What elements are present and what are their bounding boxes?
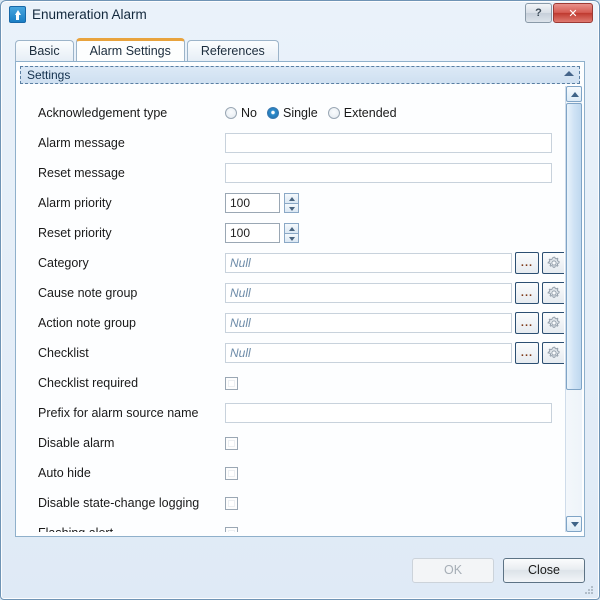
row-checklist-required: Checklist required [20,368,564,398]
row-cause-note-group: Cause note group ... [20,278,564,308]
radio-extended-label: Extended [343,106,397,120]
checklist-browse-button[interactable]: ... [515,342,539,364]
settings-scroll-area: Acknowledgement type No Single Extended … [20,86,564,532]
row-action-note-group: Action note group ... [20,308,564,338]
reset-priority-input[interactable] [225,223,280,243]
reset-priority-decrement-icon[interactable] [284,232,299,243]
radio-extended-icon [327,107,340,119]
ellipsis-icon: ... [520,287,534,299]
close-button[interactable]: Close [503,558,585,583]
label-disable-state-change-logging: Disable state-change logging [38,496,200,510]
label-cause-note-group: Cause note group [38,286,138,300]
radio-single[interactable]: Single [266,106,318,120]
disable-state-change-logging-checkbox[interactable] [225,496,238,510]
gear-icon [547,256,560,268]
help-button[interactable]: ? [525,3,552,23]
reset-priority-increment-icon[interactable] [284,223,299,233]
action-note-group-config-button[interactable] [542,312,564,334]
resize-grip[interactable] [584,585,594,595]
app-icon [9,6,26,23]
alarm-priority-decrement-icon[interactable] [284,202,299,213]
vertical-scrollbar[interactable] [565,86,582,532]
tab-strip: Basic Alarm Settings References [15,38,281,61]
disable-alarm-checkbox[interactable] [225,436,238,450]
cause-note-group-config-button[interactable] [542,282,564,304]
label-checklist: Checklist [38,346,89,360]
flashing-alert-checkbox[interactable] [225,526,238,532]
tab-references[interactable]: References [186,40,279,61]
row-auto-hide: Auto hide [20,458,564,488]
radio-extended[interactable]: Extended [327,106,397,120]
category-browse-button[interactable]: ... [515,252,539,274]
scrollbar-thumb[interactable] [566,103,582,390]
label-reset-priority: Reset priority [38,226,112,240]
category-input[interactable] [225,253,512,273]
cause-note-group-input[interactable] [225,283,512,303]
row-acknowledgement-type: Acknowledgement type No Single Extended [20,98,564,128]
row-checklist: Checklist ... [20,338,564,368]
radio-single-label: Single [282,106,318,120]
label-category: Category [38,256,89,270]
label-reset-message: Reset message [38,166,125,180]
scroll-down-icon[interactable] [566,516,582,532]
dialog-footer: OK Close [412,558,585,583]
checklist-required-checkbox[interactable] [225,376,238,390]
action-note-group-input[interactable] [225,313,512,333]
ellipsis-icon: ... [520,347,534,359]
dialog-window: Enumeration Alarm ? ✕ Basic Alarm Settin… [0,0,600,600]
label-auto-hide: Auto hide [38,466,91,480]
row-disable-state-change-logging: Disable state-change logging [20,488,564,518]
row-alarm-message: Alarm message [20,128,564,158]
row-alarm-priority: Alarm priority [20,188,564,218]
gear-icon [547,316,560,328]
label-alarm-priority: Alarm priority [38,196,112,210]
radio-no[interactable]: No [225,106,257,120]
checklist-config-button[interactable] [542,342,564,364]
label-alarm-message: Alarm message [38,136,125,150]
tab-alarm-settings[interactable]: Alarm Settings [75,38,185,61]
action-note-group-browse-button[interactable]: ... [515,312,539,334]
row-reset-message: Reset message [20,158,564,188]
row-flashing-alert: Flashing alert [20,518,564,532]
alarm-priority-stepper[interactable] [284,193,299,213]
label-acknowledgement-type: Acknowledgement type [38,106,168,120]
category-config-button[interactable] [542,252,564,274]
reset-priority-stepper[interactable] [284,223,299,243]
settings-panel: Settings Acknowledgement type No Single [15,61,585,537]
label-flashing-alert: Flashing alert [38,518,113,532]
gear-icon [547,286,560,298]
alarm-priority-increment-icon[interactable] [284,193,299,203]
radio-no-label: No [241,106,257,120]
window-title: Enumeration Alarm [32,7,147,22]
label-checklist-required: Checklist required [38,376,139,390]
label-disable-alarm: Disable alarm [38,436,115,450]
row-reset-priority: Reset priority [20,218,564,248]
close-window-button[interactable]: ✕ [553,3,593,23]
row-category: Category ... [20,248,564,278]
settings-group-title: Settings [27,68,71,82]
radio-no-icon [225,107,237,119]
ok-button[interactable]: OK [412,558,494,583]
prefix-alarm-source-name-input[interactable] [225,403,552,423]
tab-basic[interactable]: Basic [15,40,74,61]
auto-hide-checkbox[interactable] [225,466,238,480]
alarm-message-input[interactable] [225,133,552,153]
row-prefix-alarm-source-name: Prefix for alarm source name [20,398,564,428]
scroll-up-icon[interactable] [566,86,582,102]
cause-note-group-browse-button[interactable]: ... [515,282,539,304]
settings-group-header[interactable]: Settings [20,66,580,84]
ellipsis-icon: ... [520,317,534,329]
alarm-priority-input[interactable] [225,193,280,213]
label-action-note-group: Action note group [38,316,136,330]
row-disable-alarm: Disable alarm [20,428,564,458]
reset-message-input[interactable] [225,163,552,183]
checklist-input[interactable] [225,343,512,363]
title-bar: Enumeration Alarm ? ✕ [1,1,599,29]
label-prefix-alarm-source-name: Prefix for alarm source name [38,406,199,420]
radio-single-icon [266,107,279,119]
chevron-up-icon[interactable] [564,71,574,76]
acknowledgement-type-radio-group: No Single Extended [225,106,403,120]
ellipsis-icon: ... [520,257,534,269]
gear-icon [547,346,560,358]
